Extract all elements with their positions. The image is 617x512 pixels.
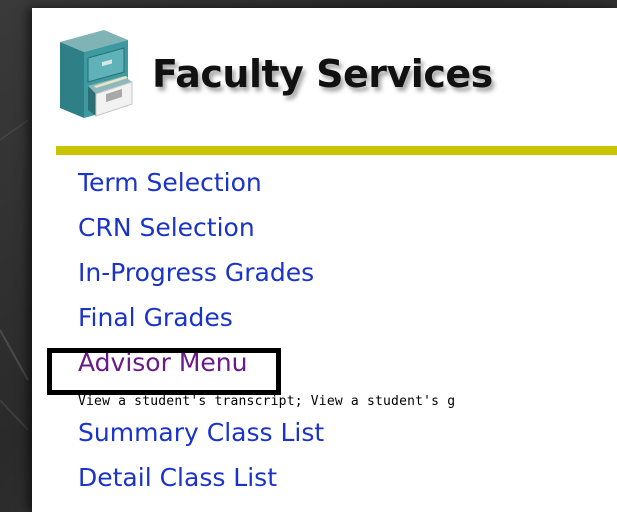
file-cabinet-icon	[60, 30, 133, 118]
menu-item-advisor-menu[interactable]: Advisor Menu	[78, 348, 247, 377]
menu-item-final-grades[interactable]: Final Grades	[78, 303, 233, 332]
advisor-menu-description: View a student's transcript; View a stud…	[78, 394, 456, 409]
page-header: Faculty Services	[54, 28, 614, 118]
menu-item-in-progress-grades[interactable]: In-Progress Grades	[78, 258, 314, 287]
menu-item-summary-class-list[interactable]: Summary Class List	[78, 418, 324, 447]
menu-item-crn-selection[interactable]: CRN Selection	[78, 213, 255, 242]
menu-item-detail-class-list[interactable]: Detail Class List	[78, 463, 277, 492]
header-divider	[56, 146, 617, 155]
faculty-services-screenshot: Faculty Services Term Selection CRN Sele…	[32, 8, 617, 512]
menu-item-term-selection[interactable]: Term Selection	[78, 168, 262, 197]
page-title: Faculty Services	[152, 52, 493, 96]
